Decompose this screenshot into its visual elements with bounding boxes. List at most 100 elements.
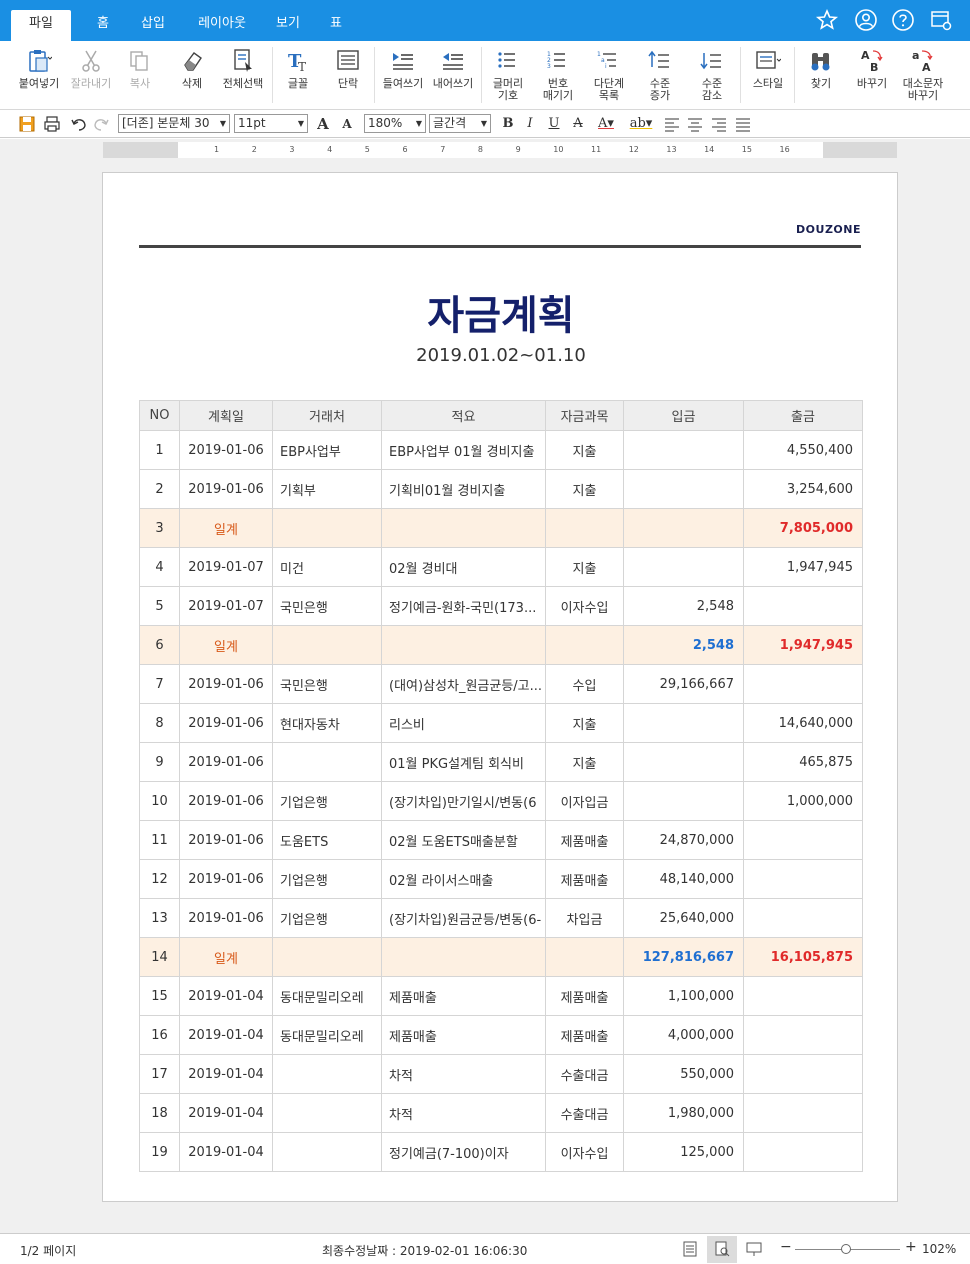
cell-partner[interactable] bbox=[272, 742, 382, 782]
strikethrough-icon[interactable]: A bbox=[569, 115, 587, 133]
cell-date[interactable]: 2019-01-06 bbox=[179, 859, 273, 899]
table-row[interactable]: 10 2019-01-06 기업은행 (장기차입)만기일시/변동(6 이자입금 1,000… bbox=[139, 781, 863, 821]
subtotal-label[interactable]: 일계 bbox=[179, 937, 273, 977]
shrink-font-icon[interactable]: A bbox=[338, 115, 356, 133]
cell-no[interactable]: 4 bbox=[139, 547, 180, 587]
cell-income[interactable]: 1,100,000 bbox=[623, 976, 744, 1016]
cell-account[interactable]: 수입 bbox=[545, 664, 624, 704]
cell-date[interactable]: 2019-01-06 bbox=[179, 781, 273, 821]
cell-desc[interactable]: 리스비 bbox=[381, 703, 546, 743]
level-down-button[interactable]: 수준 감소 bbox=[690, 47, 734, 102]
cell-income[interactable]: 25,640,000 bbox=[623, 898, 744, 938]
font-button[interactable]: T T 글꼴 bbox=[280, 47, 316, 90]
cell-income[interactable] bbox=[623, 508, 744, 548]
cell-date[interactable]: 2019-01-04 bbox=[179, 976, 273, 1016]
cell-no[interactable]: 7 bbox=[139, 664, 180, 704]
window-settings-icon[interactable] bbox=[929, 8, 953, 32]
user-icon[interactable] bbox=[854, 8, 878, 32]
cell-date[interactable]: 2019-01-06 bbox=[179, 742, 273, 782]
table-row[interactable]: 9 2019-01-06 01월 PKG설계팀 회식비 지출 465,875 bbox=[139, 742, 863, 782]
table-row[interactable]: 17 2019-01-04 차적 수출대금 550,000 bbox=[139, 1054, 863, 1094]
cell-date[interactable]: 2019-01-06 bbox=[179, 898, 273, 938]
indent-button[interactable]: 들여쓰기 bbox=[380, 47, 426, 90]
cell-expense[interactable] bbox=[743, 1132, 863, 1172]
cell-desc[interactable]: 02월 경비대 bbox=[381, 547, 546, 587]
cell-income[interactable]: 2,548 bbox=[623, 586, 744, 626]
cell-partner[interactable]: 국민은행 bbox=[272, 664, 382, 704]
fund-plan-table[interactable]: NO 계획일 거래처 적요 자금과목 입금 출금 1 2019-01-06 EBP사… bbox=[139, 400, 863, 1172]
tab-insert[interactable]: 삽입 bbox=[133, 10, 173, 41]
table-row[interactable]: 2 2019-01-06 기획부 기획비01월 경비지출 지출 3,254,600 bbox=[139, 469, 863, 509]
cell-desc[interactable]: 차적 bbox=[381, 1093, 546, 1133]
cell-income[interactable] bbox=[623, 469, 744, 509]
cell-partner[interactable] bbox=[272, 937, 382, 977]
cell-desc[interactable]: 02월 도움ETS매출분할 bbox=[381, 820, 546, 860]
cell-no[interactable]: 18 bbox=[139, 1093, 180, 1133]
italic-icon[interactable]: I bbox=[521, 115, 539, 133]
cell-desc[interactable]: 정기예금(7-100)이자 bbox=[381, 1132, 546, 1172]
document-page[interactable]: DOUZONE 자금계획 2019.01.02~01.10 NO 계획일 거래처… bbox=[102, 172, 898, 1202]
subtotal-label[interactable]: 일계 bbox=[179, 508, 273, 548]
zoom-select[interactable]: 180% ▼ bbox=[364, 114, 426, 133]
spacing-select[interactable]: 글간격 ▼ bbox=[429, 114, 491, 133]
cell-date[interactable]: 2019-01-04 bbox=[179, 1015, 273, 1055]
cell-partner[interactable]: 기업은행 bbox=[272, 859, 382, 899]
cell-date[interactable]: 2019-01-06 bbox=[179, 430, 273, 470]
cell-no[interactable]: 6 bbox=[139, 625, 180, 665]
cell-expense[interactable]: 14,640,000 bbox=[743, 703, 863, 743]
cell-partner[interactable]: 미건 bbox=[272, 547, 382, 587]
cell-income[interactable]: 125,000 bbox=[623, 1132, 744, 1172]
cell-no[interactable]: 5 bbox=[139, 586, 180, 626]
star-icon[interactable] bbox=[815, 8, 839, 32]
cell-desc[interactable]: 기획비01월 경비지출 bbox=[381, 469, 546, 509]
redo-icon[interactable] bbox=[92, 115, 110, 133]
zoom-slider-thumb[interactable] bbox=[840, 1244, 851, 1254]
cell-expense[interactable] bbox=[743, 1093, 863, 1133]
cell-expense[interactable]: 4,550,400 bbox=[743, 430, 863, 470]
cell-date[interactable]: 2019-01-07 bbox=[179, 547, 273, 587]
cell-expense[interactable] bbox=[743, 976, 863, 1016]
tab-home[interactable]: 홈 bbox=[88, 10, 118, 41]
select-all-button[interactable]: 전체선택 bbox=[218, 47, 268, 90]
cell-account[interactable]: 수출대금 bbox=[545, 1093, 624, 1133]
cell-desc[interactable]: 01월 PKG설계팀 회식비 bbox=[381, 742, 546, 782]
numbering-button[interactable]: 1 2 3 번호 매기기 bbox=[536, 47, 580, 102]
cell-no[interactable]: 13 bbox=[139, 898, 180, 938]
cell-account[interactable]: 지출 bbox=[545, 430, 624, 470]
cell-account[interactable] bbox=[545, 508, 624, 548]
font-size-select[interactable]: 11pt ▼ bbox=[234, 114, 308, 133]
cell-partner[interactable]: 기업은행 bbox=[272, 781, 382, 821]
cell-no[interactable]: 11 bbox=[139, 820, 180, 860]
cell-expense[interactable]: 1,947,945 bbox=[743, 625, 863, 665]
cell-income[interactable]: 48,140,000 bbox=[623, 859, 744, 899]
justify-icon[interactable] bbox=[734, 115, 752, 133]
table-row[interactable]: 5 2019-01-07 국민은행 정기예금-원화-국민(173... 이자수입 2,54… bbox=[139, 586, 863, 626]
paragraph-button[interactable]: 단락 bbox=[330, 47, 366, 90]
cell-income[interactable]: 4,000,000 bbox=[623, 1015, 744, 1055]
tab-file[interactable]: 파일 bbox=[11, 10, 71, 41]
paste-button[interactable]: 붙여넣기 bbox=[14, 47, 64, 90]
cell-account[interactable]: 지출 bbox=[545, 703, 624, 743]
help-icon[interactable] bbox=[891, 8, 915, 32]
cell-income[interactable]: 29,166,667 bbox=[623, 664, 744, 704]
cell-expense[interactable] bbox=[743, 1015, 863, 1055]
cell-account[interactable]: 이자수입 bbox=[545, 586, 624, 626]
delete-button[interactable]: 삭제 bbox=[170, 47, 214, 90]
undo-icon[interactable] bbox=[70, 115, 88, 133]
subtotal-row[interactable]: 14 일계 127,816,667 16,105,875 bbox=[139, 937, 863, 977]
horizontal-ruler[interactable]: 1 2 3 4 5 6 7 8 9 10 11 12 13 14 15 16 bbox=[103, 142, 897, 158]
table-row[interactable]: 13 2019-01-06 기업은행 (장기차입)원금균등/변동(6- 차입금 25,64… bbox=[139, 898, 863, 938]
zoom-out-button[interactable]: − bbox=[780, 1239, 792, 1255]
style-button[interactable]: 스타일 bbox=[746, 47, 790, 90]
tab-table[interactable]: 표 bbox=[324, 10, 348, 41]
table-row[interactable]: 11 2019-01-06 도움ETS 02월 도움ETS매출분할 제품매출 24,870… bbox=[139, 820, 863, 860]
presentation-view-icon[interactable] bbox=[746, 1241, 762, 1257]
table-row[interactable]: 8 2019-01-06 현대자동차 리스비 지출 14,640,000 bbox=[139, 703, 863, 743]
cell-expense[interactable]: 1,000,000 bbox=[743, 781, 863, 821]
cell-partner[interactable] bbox=[272, 1054, 382, 1094]
cell-expense[interactable]: 3,254,600 bbox=[743, 469, 863, 509]
cell-no[interactable]: 12 bbox=[139, 859, 180, 899]
tab-layout[interactable]: 레이아웃 bbox=[191, 10, 253, 41]
cell-partner[interactable] bbox=[272, 508, 382, 548]
align-left-icon[interactable] bbox=[663, 115, 681, 133]
